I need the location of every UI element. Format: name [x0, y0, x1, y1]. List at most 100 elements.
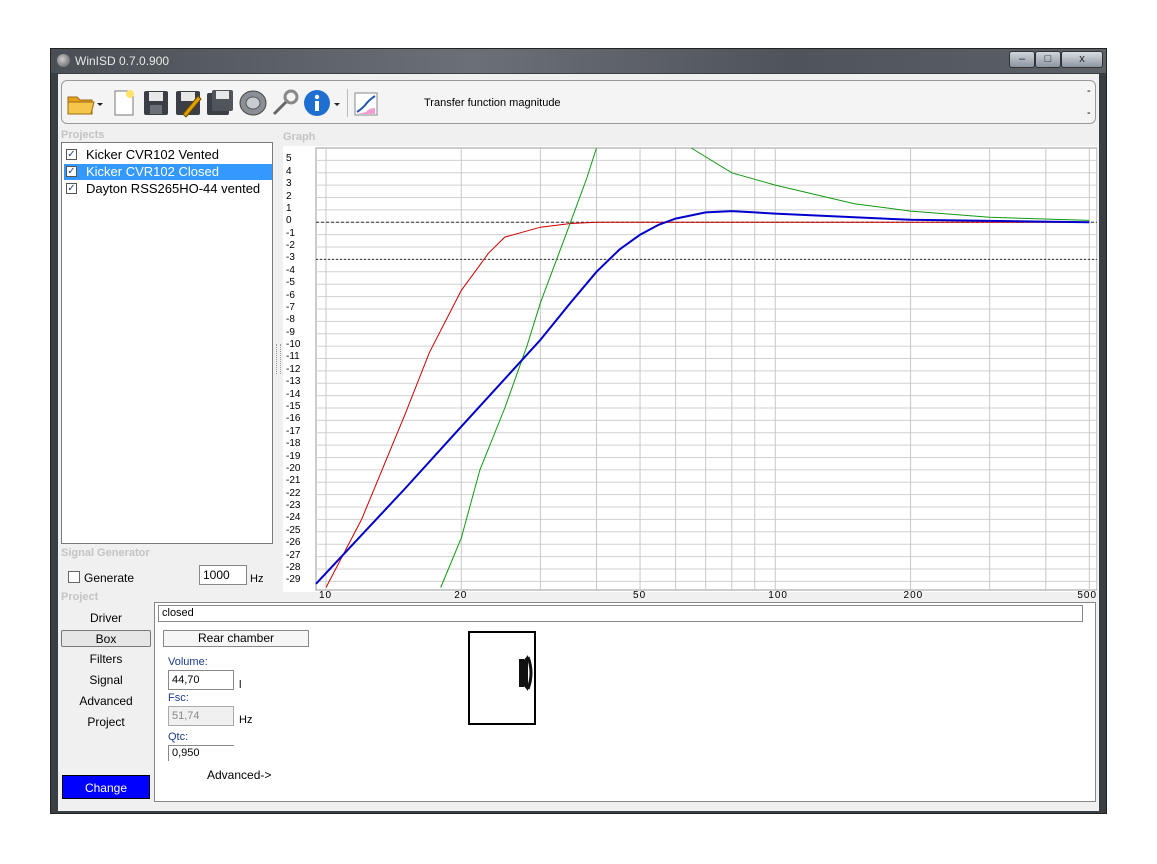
x-tick-label: 200: [903, 590, 924, 601]
y-tick-label: -7: [286, 301, 295, 313]
project-name: Kicker CVR102 Closed: [86, 164, 219, 179]
x-tick-label: 100: [768, 590, 788, 601]
x-tick-label: 10: [319, 590, 333, 601]
advanced-link[interactable]: Advanced->: [207, 768, 271, 782]
signal-frequency-unit: Hz: [250, 573, 264, 585]
project-item-kicker-vented[interactable]: ✓ Kicker CVR102 Vented: [64, 147, 272, 163]
y-tick-label: -12: [286, 363, 301, 375]
x-tick-label: 500: [1077, 590, 1098, 601]
y-tick-label: -14: [286, 388, 301, 400]
y-tick-label: -25: [286, 524, 301, 536]
y-tick-label: -15: [286, 401, 301, 412]
toolbar-scroll-down[interactable]: -: [1087, 107, 1091, 119]
new-project-icon[interactable]: [109, 88, 139, 118]
y-tick-label: 5: [286, 153, 292, 165]
app-window: WinISD 0.7.0.900 – □ x Transfer function…: [50, 48, 1107, 814]
graph-area[interactable]: 5 4 3 2 1 0 -1 -2 -3 -4 -5 -6 -7 -8 -9 -10 -11 -12 -13 -14-…: [283, 146, 1098, 601]
fsc-label: Fsc:: [168, 692, 189, 704]
speaker-in-box-icon: [519, 655, 533, 691]
y-tick-label: -24: [286, 512, 301, 524]
title-bar[interactable]: WinISD 0.7.0.900 – □ x: [51, 49, 1106, 73]
graph-selector-label[interactable]: Transfer function magnitude: [424, 97, 561, 109]
y-tick-label: -28: [286, 561, 301, 573]
open-folder-icon[interactable]: [66, 88, 96, 118]
generate-checkbox[interactable]: [68, 571, 80, 583]
save-all-icon[interactable]: [205, 88, 235, 118]
y-tick-label: -10: [286, 339, 301, 351]
plot-frame: [315, 147, 1098, 591]
volume-label: Volume:: [168, 656, 208, 668]
window-title: WinISD 0.7.0.900: [75, 54, 170, 68]
nav-project[interactable]: Project: [61, 714, 151, 731]
save-as-icon[interactable]: [173, 88, 203, 118]
y-tick-label: -8: [286, 314, 295, 326]
y-tick-label: 0: [286, 215, 292, 227]
y-tick-label: -26: [286, 537, 301, 549]
qtc-label: Qtc:: [168, 731, 189, 743]
project-item-dayton-vented[interactable]: ✓ Dayton RSS265HO-44 vented: [64, 181, 272, 197]
x-tick-label: 20: [454, 590, 468, 601]
change-button[interactable]: Change: [62, 775, 150, 799]
save-icon[interactable]: [141, 88, 171, 118]
y-tick-label: -6: [286, 289, 295, 301]
project-item-kicker-closed[interactable]: ✓ Kicker CVR102 Closed: [64, 164, 272, 180]
y-tick-label: -9: [286, 326, 295, 338]
transfer-function-plot[interactable]: [283, 146, 1098, 592]
y-tick-label: -3: [286, 252, 295, 264]
fsc-readonly-field: 51,74: [168, 706, 234, 726]
y-tick-label: -18: [286, 438, 301, 450]
splitter-grip[interactable]: [276, 344, 281, 374]
transfer-function-graph-icon[interactable]: [354, 92, 378, 116]
y-tick-label: -21: [286, 475, 301, 487]
nav-signal[interactable]: Signal: [61, 672, 151, 689]
info-dropdown-chevron-down-icon[interactable]: [332, 88, 342, 118]
project-checkbox[interactable]: ✓: [66, 183, 77, 194]
info-icon[interactable]: [302, 88, 332, 118]
qtc-input[interactable]: 0,950: [168, 745, 234, 761]
plot-grid: [315, 147, 1098, 591]
box-panel: closed Rear chamber Volume: 44,70 l Fsc:…: [154, 602, 1096, 802]
app-logo-icon: [57, 54, 70, 67]
y-tick-label: -16: [286, 413, 301, 425]
project-checkbox[interactable]: ✓: [66, 149, 77, 160]
project-name: Dayton RSS265HO-44 vented: [86, 181, 261, 196]
y-tick-label: -1: [286, 227, 295, 239]
open-dropdown-chevron-down-icon[interactable]: [95, 88, 105, 118]
y-tick-label: -22: [286, 487, 301, 499]
nav-driver[interactable]: Driver: [61, 610, 151, 627]
y-tick-label: 4: [286, 165, 292, 177]
signal-frequency-input[interactable]: 1000: [199, 565, 247, 585]
y-tick-label: -2: [286, 240, 295, 252]
toolbar: Transfer function magnitude - -: [61, 80, 1096, 124]
graph-section-label: Graph: [283, 131, 316, 143]
y-tick-label: -19: [286, 450, 301, 462]
box-name-input[interactable]: closed: [158, 605, 1083, 622]
y-tick-label: -20: [286, 462, 301, 474]
project-checkbox[interactable]: ✓: [66, 166, 77, 177]
speaker-driver-icon[interactable]: [238, 88, 268, 118]
nav-box[interactable]: Box: [61, 630, 151, 647]
client-area: Transfer function magnitude - - Projects…: [58, 74, 1099, 811]
y-tick-label: -27: [286, 549, 301, 561]
rear-chamber-tab[interactable]: Rear chamber: [163, 630, 309, 647]
y-tick-label: -5: [286, 277, 295, 289]
fsc-unit: Hz: [239, 714, 253, 726]
nav-advanced[interactable]: Advanced: [61, 693, 151, 710]
minimize-button[interactable]: –: [1009, 51, 1035, 68]
maximize-button[interactable]: □: [1035, 51, 1061, 68]
generate-label: Generate: [84, 571, 135, 585]
project-name: Kicker CVR102 Vented: [86, 147, 219, 162]
y-tick-label: -13: [286, 376, 301, 388]
toolbar-scroll-up[interactable]: -: [1087, 85, 1091, 97]
y-tick-label: 3: [286, 178, 292, 190]
y-tick-label: 2: [286, 190, 292, 202]
y-tick-label: -4: [286, 264, 295, 276]
nav-filters[interactable]: Filters: [61, 651, 151, 668]
wrench-tools-icon[interactable]: [270, 88, 300, 118]
close-button[interactable]: x: [1061, 51, 1103, 68]
volume-input[interactable]: 44,70: [168, 670, 234, 690]
projects-list: ✓ Kicker CVR102 Vented ✓ Kicker CVR102 C…: [61, 142, 273, 544]
y-tick-label: -17: [286, 425, 301, 437]
box-diagram: [468, 631, 536, 725]
y-tick-label: 1: [286, 202, 292, 214]
